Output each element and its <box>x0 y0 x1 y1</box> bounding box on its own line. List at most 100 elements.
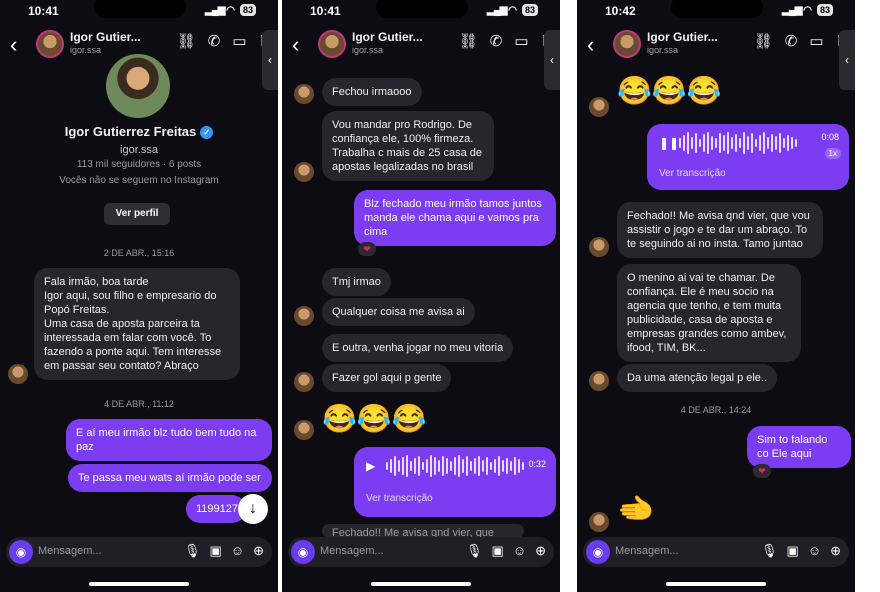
gallery-icon[interactable]: ▣ <box>787 543 799 558</box>
phone-screen-3: 10:42 ▂▄▆ ◠ 83 ‹ Igor Gutier... igor.ssa… <box>577 0 855 592</box>
video-icon[interactable]: ▭ <box>232 32 246 50</box>
sender-avatar <box>294 84 314 104</box>
chat-name[interactable]: Igor Gutier... <box>70 30 141 44</box>
timestamp: 2 DE ABR., 15:16 <box>103 248 175 258</box>
avatar[interactable] <box>318 30 346 58</box>
profile-stats: 113 mil seguidores · 6 posts <box>76 159 202 170</box>
message-incoming[interactable]: Fechado!! Me avisa qnd vier, que vou ass… <box>617 202 823 258</box>
side-tab-chevron-icon[interactable]: ‹ <box>544 30 560 90</box>
dynamic-island <box>671 0 763 18</box>
sender-avatar <box>294 306 314 326</box>
chat-username: igor.ssa <box>352 45 384 55</box>
gallery-icon[interactable]: ▣ <box>210 543 222 558</box>
add-icon[interactable]: ⊕ <box>253 543 264 558</box>
sender-avatar <box>294 372 314 392</box>
message-outgoing[interactable]: 1199127 <box>186 495 246 523</box>
video-icon[interactable]: ▭ <box>514 32 528 50</box>
heart-reaction-icon[interactable]: ❤ <box>753 464 771 478</box>
profile-username: igor.ssa <box>120 144 158 156</box>
message-outgoing[interactable]: Sim to falando co Ele aqui <box>747 426 851 468</box>
link-icon[interactable]: ⛓ <box>754 32 773 50</box>
verified-icon: ✓ <box>200 126 214 140</box>
message-incoming[interactable]: Qualquer coisa me avisa ai <box>322 298 475 326</box>
message-outgoing[interactable]: Te passa meu wats aí irmão pode ser <box>68 464 272 492</box>
video-icon[interactable]: ▭ <box>809 32 823 50</box>
chat-name[interactable]: Igor Gutier... <box>352 30 423 44</box>
camera-icon[interactable]: ◉ <box>586 540 610 564</box>
status-time: 10:42 <box>605 4 636 18</box>
timestamp: 4 DE ABR., 14:24 <box>680 405 752 415</box>
home-indicator <box>371 582 471 586</box>
side-tab-chevron-icon[interactable]: ‹ <box>262 30 278 90</box>
phone-icon[interactable]: ✆ <box>785 32 798 50</box>
message-incoming[interactable]: Fechou irmaooo <box>322 78 422 106</box>
add-icon[interactable]: ⊕ <box>535 543 546 558</box>
pause-icon[interactable]: ❚❚ <box>659 136 679 150</box>
battery-icon: 83 <box>816 4 833 16</box>
follow-status: Vocês não se seguem no Instagram <box>59 175 219 186</box>
link-icon[interactable]: ⛓ <box>459 32 478 50</box>
message-incoming[interactable]: E outra, venha jogar no meu vitoria <box>322 334 514 362</box>
phone-screen-2: 10:41 ▂▄▆ ◠ 83 ‹ Igor Gutier... igor.ssa… <box>282 0 560 592</box>
message-incoming[interactable]: Da uma atenção legal p ele.. <box>617 364 778 392</box>
message-outgoing[interactable]: Blz fechado meu irmão tamos juntos manda… <box>354 190 556 246</box>
back-icon[interactable]: ‹ <box>10 32 17 58</box>
message-incoming[interactable]: Fechado!! Me avisa qnd vier, que vou <box>322 524 524 538</box>
camera-icon[interactable]: ◉ <box>9 540 33 564</box>
chat-header: ‹ Igor Gutier... igor.ssa ⛓✆▭⚑ <box>282 26 560 66</box>
message-incoming[interactable]: Fala irmão, boa tarde Igor aqui, sou fil… <box>34 268 240 380</box>
play-icon[interactable]: ▶ <box>366 459 375 473</box>
home-indicator <box>89 582 189 586</box>
view-profile-button[interactable]: Ver perfil <box>104 203 170 225</box>
chat-name[interactable]: Igor Gutier... <box>647 30 718 44</box>
sender-avatar <box>294 162 314 182</box>
playback-speed-button[interactable]: 1x <box>824 148 841 159</box>
message-incoming[interactable]: Vou mandar pro Rodrigo. De confiança ele… <box>322 111 494 181</box>
message-composer: ◉ Mensagem... 🎙 ▣ ☺ ⊕ <box>288 537 554 567</box>
message-input[interactable]: Mensagem... <box>38 545 102 557</box>
emoji-message[interactable]: 😂😂😂 <box>617 74 722 107</box>
emoji-message[interactable]: 😂😂😂 <box>322 402 427 435</box>
status-bar: 10:42 ▂▄▆ ◠ 83 <box>577 0 855 26</box>
phone-icon[interactable]: ✆ <box>208 32 221 50</box>
waveform[interactable] <box>679 132 797 154</box>
dynamic-island <box>376 0 468 18</box>
transcript-link[interactable]: Ver transcrição <box>659 168 726 179</box>
message-incoming[interactable]: Tmj irmao <box>322 268 391 296</box>
battery-icon: 83 <box>521 4 538 16</box>
side-tab-chevron-icon[interactable]: ‹ <box>839 30 855 90</box>
voice-message[interactable]: ▶ 0:32 Ver transcrição <box>354 447 556 517</box>
heart-reaction-icon[interactable]: ❤ <box>358 242 376 256</box>
add-icon[interactable]: ⊕ <box>830 543 841 558</box>
sticker-icon[interactable]: ☺ <box>513 543 526 558</box>
message-composer: ◉ Mensagem... 🎙 ▣ ☺ ⊕ <box>6 537 272 567</box>
message-outgoing[interactable]: E aí meu irmão blz tudo bem tudo na paz <box>66 419 272 461</box>
message-incoming[interactable]: Fazer gol aqui p gente <box>322 364 452 392</box>
back-icon[interactable]: ‹ <box>587 32 594 58</box>
sticker-icon[interactable]: ☺ <box>231 543 244 558</box>
status-time: 10:41 <box>310 4 341 18</box>
sticker-message[interactable]: 🫲 <box>617 492 654 527</box>
mic-icon[interactable]: 🎙 <box>466 543 483 558</box>
waveform[interactable] <box>386 455 524 477</box>
mic-icon[interactable]: 🎙 <box>761 543 778 558</box>
message-incoming[interactable]: O menino ai vai te chamar. De confiança.… <box>617 264 801 362</box>
camera-icon[interactable]: ◉ <box>291 540 315 564</box>
back-icon[interactable]: ‹ <box>292 32 299 58</box>
message-input[interactable]: Mensagem... <box>615 545 679 557</box>
scroll-down-icon[interactable]: ↓ <box>238 494 268 524</box>
timestamp: 4 DE ABR., 11:12 <box>104 399 174 409</box>
avatar[interactable] <box>36 30 64 58</box>
gallery-icon[interactable]: ▣ <box>492 543 504 558</box>
avatar[interactable] <box>613 30 641 58</box>
status-time: 10:41 <box>28 4 59 18</box>
signal-icon: ▂▄▆ ◠ <box>205 5 235 16</box>
phone-icon[interactable]: ✆ <box>490 32 503 50</box>
message-input[interactable]: Mensagem... <box>320 545 384 557</box>
voice-message[interactable]: ❚❚ 0:08 1x Ver transcrição <box>647 124 849 190</box>
transcript-link[interactable]: Ver transcrição <box>366 493 433 504</box>
link-icon[interactable]: ⛓ <box>177 32 196 50</box>
profile-picture[interactable] <box>106 54 170 118</box>
sticker-icon[interactable]: ☺ <box>808 543 821 558</box>
mic-icon[interactable]: 🎙 <box>184 543 201 558</box>
